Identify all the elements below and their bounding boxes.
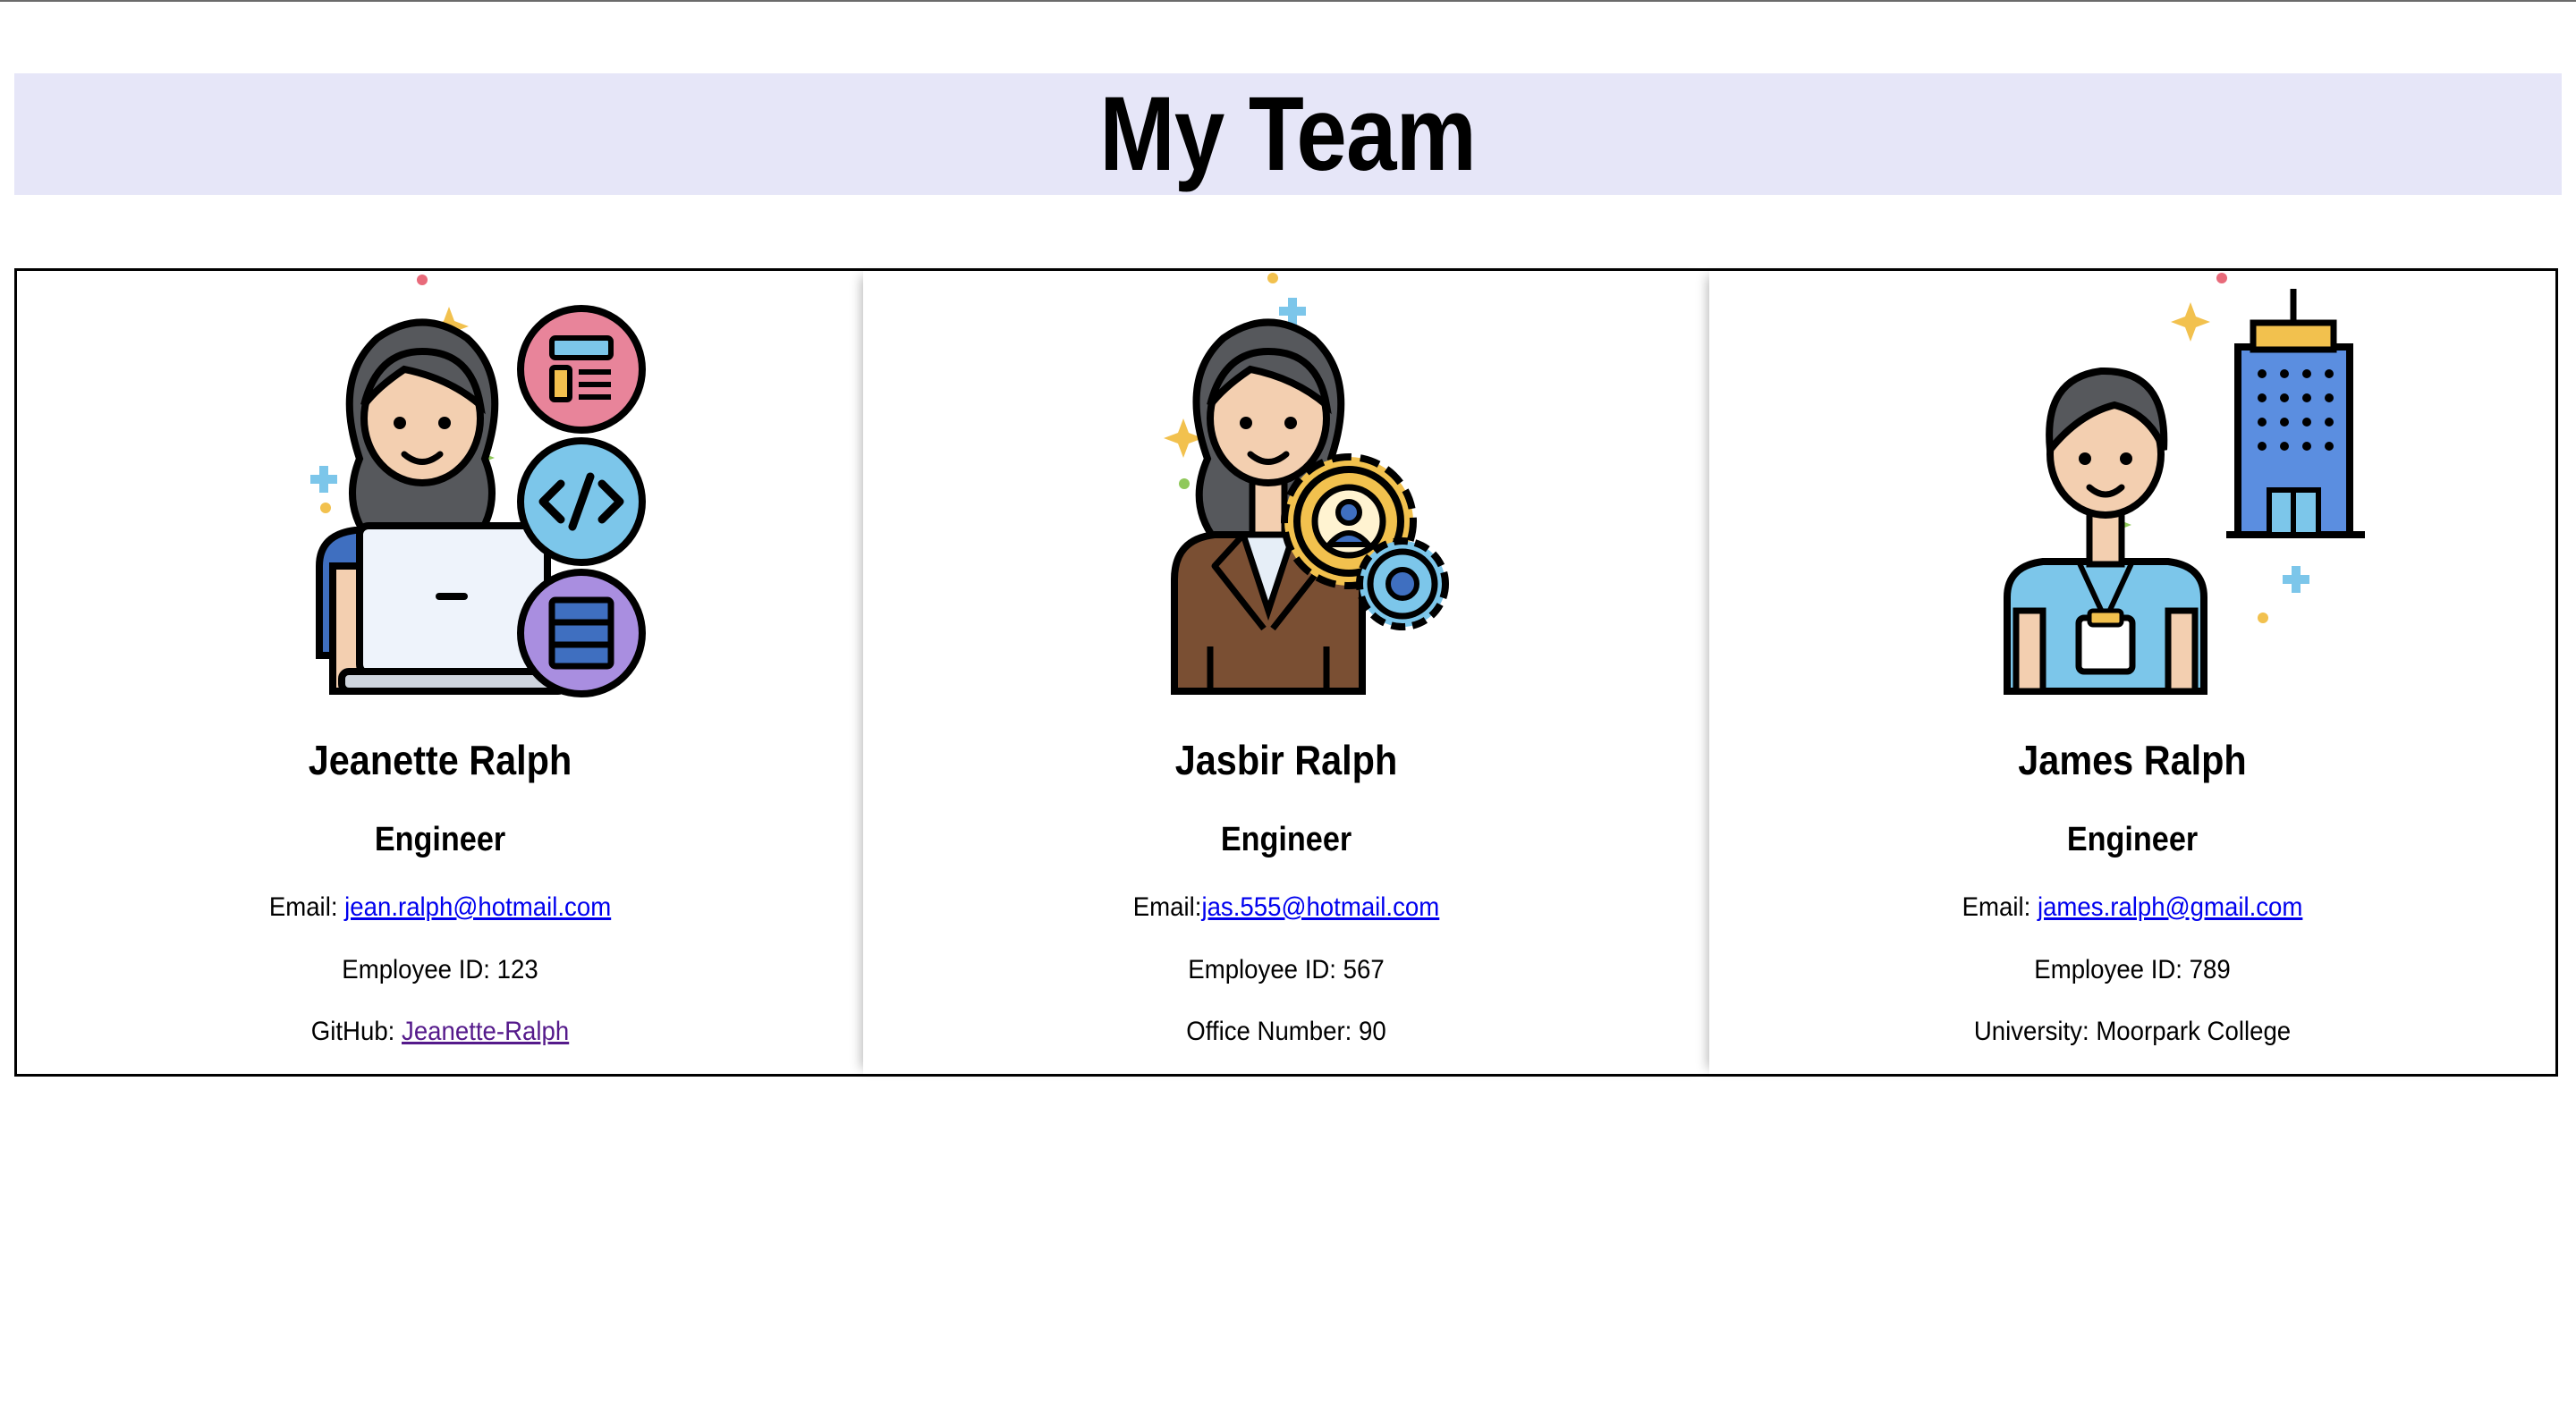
university: University: Moorpark College (1973, 1017, 2292, 1046)
window-top-border (0, 0, 2576, 2)
github-label: GitHub: (310, 1017, 402, 1046)
page-title: My Team (1099, 75, 1478, 193)
employee-id: Employee ID: 123 (342, 955, 538, 984)
employee-name: James Ralph (2018, 737, 2247, 783)
github-line: GitHub: Jeanette-Ralph (51, 1017, 829, 1047)
employee-role: Engineer (1220, 821, 1352, 858)
employee-name: Jeanette Ralph (308, 737, 572, 783)
employee-role: Engineer (2066, 821, 2199, 858)
intern-avatar-icon (1709, 271, 2555, 709)
email-line: Email:jas.555@hotmail.com (897, 892, 1675, 923)
email-link[interactable]: james.ralph@gmail.com (2038, 892, 2302, 922)
employee-id: Employee ID: 567 (1188, 955, 1385, 984)
manager-avatar-icon (863, 271, 1709, 709)
employee-card: Jasbir Ralph Engineer Email:jas.555@hotm… (863, 271, 1709, 1074)
email-label: Email: (1962, 892, 2038, 922)
employee-card: Jeanette Ralph Engineer Email: jean.ralp… (17, 271, 863, 1074)
github-link[interactable]: Jeanette-Ralph (402, 1017, 569, 1046)
email-link[interactable]: jean.ralph@hotmail.com (344, 892, 611, 922)
employee-id: Employee ID: 789 (2034, 955, 2231, 984)
email-line: Email: james.ralph@gmail.com (1743, 892, 2521, 923)
office-number: Office Number: 90 (1186, 1017, 1386, 1046)
employee-card: James Ralph Engineer Email: james.ralph@… (1709, 271, 2555, 1074)
developer-avatar-icon (17, 271, 863, 709)
email-label: Email: (1132, 892, 1202, 922)
employee-role: Engineer (374, 821, 506, 858)
email-line: Email: jean.ralph@hotmail.com (51, 892, 829, 923)
page-header: My Team (14, 73, 2562, 195)
email-label: Email: (268, 892, 345, 922)
team-cards-container: Jeanette Ralph Engineer Email: jean.ralp… (14, 268, 2558, 1077)
employee-name: Jasbir Ralph (1174, 737, 1398, 783)
email-link[interactable]: jas.555@hotmail.com (1201, 892, 1439, 922)
